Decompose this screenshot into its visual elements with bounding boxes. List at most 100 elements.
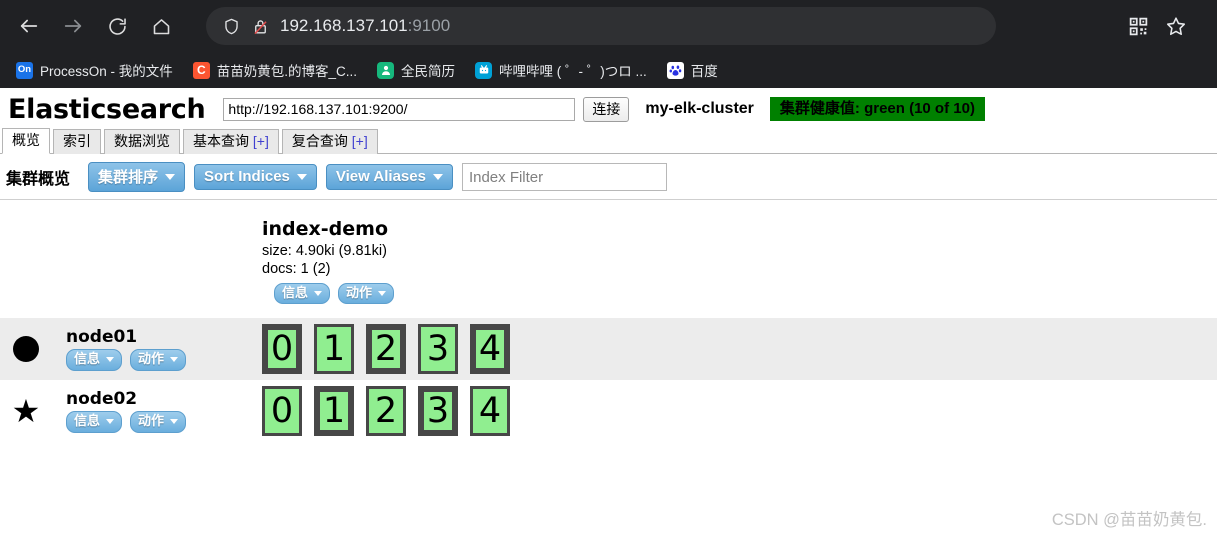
index-size: size: 4.90ki (9.81ki)	[262, 242, 387, 259]
bookmark-label: ProcessOn - 我的文件	[40, 64, 173, 79]
node-info-button[interactable]: 信息	[66, 411, 123, 433]
tab-basic-query[interactable]: 基本查询 [+]	[183, 129, 279, 154]
view-aliases-label: View Aliases	[335, 168, 426, 185]
quanmin-jianli-favicon	[377, 61, 395, 79]
app-tabs: 概览 索引 数据浏览 基本查询 [+] 复合查询 [+]	[0, 128, 1217, 154]
address-bar[interactable]: 192.168.137.101:9100	[206, 7, 996, 45]
node-action-label: 动作	[138, 413, 165, 429]
chevron-down-icon	[106, 418, 115, 424]
chevron-down-icon	[165, 173, 176, 180]
index-info-button[interactable]: 信息	[274, 282, 331, 305]
circle-icon	[13, 336, 39, 363]
tab-plus-icon[interactable]: [+]	[253, 133, 269, 149]
shard[interactable]: 1	[314, 386, 354, 437]
node-name: node02	[66, 388, 138, 409]
node-info-label: 信息	[74, 351, 101, 367]
node-marker-cell	[0, 318, 52, 380]
chevron-down-icon	[314, 290, 323, 296]
sort-cluster-label: 集群排序	[98, 169, 159, 186]
cluster-toolbar: 集群概览 集群排序 Sort Indices View Aliases	[0, 154, 1217, 200]
bookmark-item[interactable]: On ProcessOn - 我的文件	[8, 57, 181, 83]
bookmarks-bar: On ProcessOn - 我的文件 C 苗苗奶黄包.的博客_C... 全民简…	[0, 52, 1217, 88]
shield-icon[interactable]	[222, 17, 241, 36]
bookmark-label: 苗苗奶黄包.的博客_C...	[216, 64, 358, 79]
node-row-node01: node01 信息 动作 0 1 2 3 4	[0, 318, 1217, 381]
app-header: Elasticsearch 连接 my-elk-cluster 集群健康值: g…	[0, 88, 1217, 128]
shard[interactable]: 2	[366, 386, 406, 437]
row-tail	[560, 206, 1217, 312]
bookmark-item[interactable]: C 苗苗奶黄包.的博客_C...	[185, 57, 365, 83]
chevron-down-icon	[432, 173, 443, 180]
chevron-down-icon	[106, 356, 115, 362]
address-bar-url: 192.168.137.101:9100	[280, 16, 450, 36]
shard[interactable]: 2	[366, 324, 406, 375]
index-action-label: 动作	[346, 284, 373, 300]
index-name: index-demo	[262, 218, 389, 240]
sort-indices-button[interactable]: Sort Indices	[194, 164, 317, 190]
cluster-health-badge: 集群健康值: green (10 of 10)	[769, 96, 985, 122]
node-column-spacer	[52, 206, 262, 312]
processon-favicon: On	[16, 61, 33, 79]
back-button[interactable]	[12, 9, 46, 43]
star-outline-icon	[1166, 17, 1186, 36]
cluster-name: my-elk-cluster	[645, 100, 754, 117]
bookmark-item[interactable]: 哔哩哔哩 ( ゜- ゜)つロ ...	[467, 57, 655, 83]
marker-spacer	[0, 206, 52, 312]
watermark: CSDN @苗苗奶黄包.	[1051, 511, 1207, 529]
node-action-button[interactable]: 动作	[130, 411, 187, 433]
row-tail	[560, 318, 1217, 380]
forward-button[interactable]	[56, 9, 90, 43]
sort-indices-label: Sort Indices	[204, 168, 290, 185]
chevron-down-icon	[296, 173, 307, 180]
node-action-button[interactable]: 动作	[130, 349, 187, 371]
node-info-cell: node02 信息 动作	[52, 380, 262, 442]
view-aliases-button[interactable]: View Aliases	[325, 164, 453, 190]
row-tail	[560, 380, 1217, 442]
arrow-right-icon	[64, 19, 82, 33]
tab-overview[interactable]: 概览	[2, 128, 50, 154]
tab-composite-query[interactable]: 复合查询 [+]	[281, 129, 378, 154]
not-secure-lock-icon[interactable]	[251, 17, 270, 36]
index-block: index-demo size: 4.90ki (9.81ki) docs: 1…	[262, 212, 395, 306]
star-icon: ★	[11, 393, 41, 430]
reload-button[interactable]	[100, 9, 134, 43]
home-button[interactable]	[144, 9, 178, 43]
index-docs: docs: 1 (2)	[262, 261, 331, 278]
baidu-favicon	[666, 61, 684, 79]
bookmark-item[interactable]: 全民简历	[369, 57, 463, 83]
node-info-button[interactable]: 信息	[66, 349, 123, 371]
shard[interactable]: 0	[262, 324, 302, 375]
bookmark-label: 哔哩哔哩 ( ゜- ゜)つロ ...	[499, 64, 647, 79]
shard[interactable]: 4	[470, 386, 510, 437]
tab-label: 基本查询	[193, 133, 249, 150]
elasticsearch-head-app: Elasticsearch 连接 my-elk-cluster 集群健康值: g…	[0, 88, 1217, 443]
tab-plus-icon[interactable]: [+]	[352, 133, 368, 149]
shard[interactable]: 4	[470, 324, 510, 375]
bookmark-star-button[interactable]	[1159, 9, 1193, 43]
shard[interactable]: 3	[418, 386, 458, 437]
bookmark-item[interactable]: 百度	[659, 57, 726, 83]
qr-code-button[interactable]	[1121, 9, 1155, 43]
tab-indices[interactable]: 索引	[53, 129, 101, 154]
node-info-label: 信息	[74, 413, 101, 429]
shard[interactable]: 3	[418, 324, 458, 375]
cluster-url-input[interactable]	[223, 97, 576, 121]
bookmark-label: 全民简历	[401, 64, 456, 79]
node-actions: 信息 动作	[66, 349, 262, 371]
bookmark-label: 百度	[690, 64, 718, 79]
arrow-left-icon	[20, 19, 38, 33]
index-filter-input[interactable]	[461, 163, 667, 191]
cluster-overview-grid: index-demo size: 4.90ki (9.81ki) docs: 1…	[0, 200, 1217, 443]
connect-button[interactable]: 连接	[583, 96, 630, 122]
browser-chrome: 192.168.137.101:9100 On ProcessOn - 我的文件…	[0, 0, 1217, 88]
sort-cluster-button[interactable]: 集群排序	[88, 162, 186, 192]
node-name: node01	[66, 326, 138, 347]
shard[interactable]: 0	[262, 386, 302, 437]
bilibili-favicon	[475, 61, 493, 79]
node-info-cell: node01 信息 动作	[52, 318, 262, 380]
chevron-down-icon	[170, 356, 179, 362]
tab-data-browse[interactable]: 数据浏览	[104, 129, 180, 154]
tab-label: 概览	[12, 132, 40, 149]
shard[interactable]: 1	[314, 324, 354, 375]
index-action-button[interactable]: 动作	[338, 282, 395, 305]
